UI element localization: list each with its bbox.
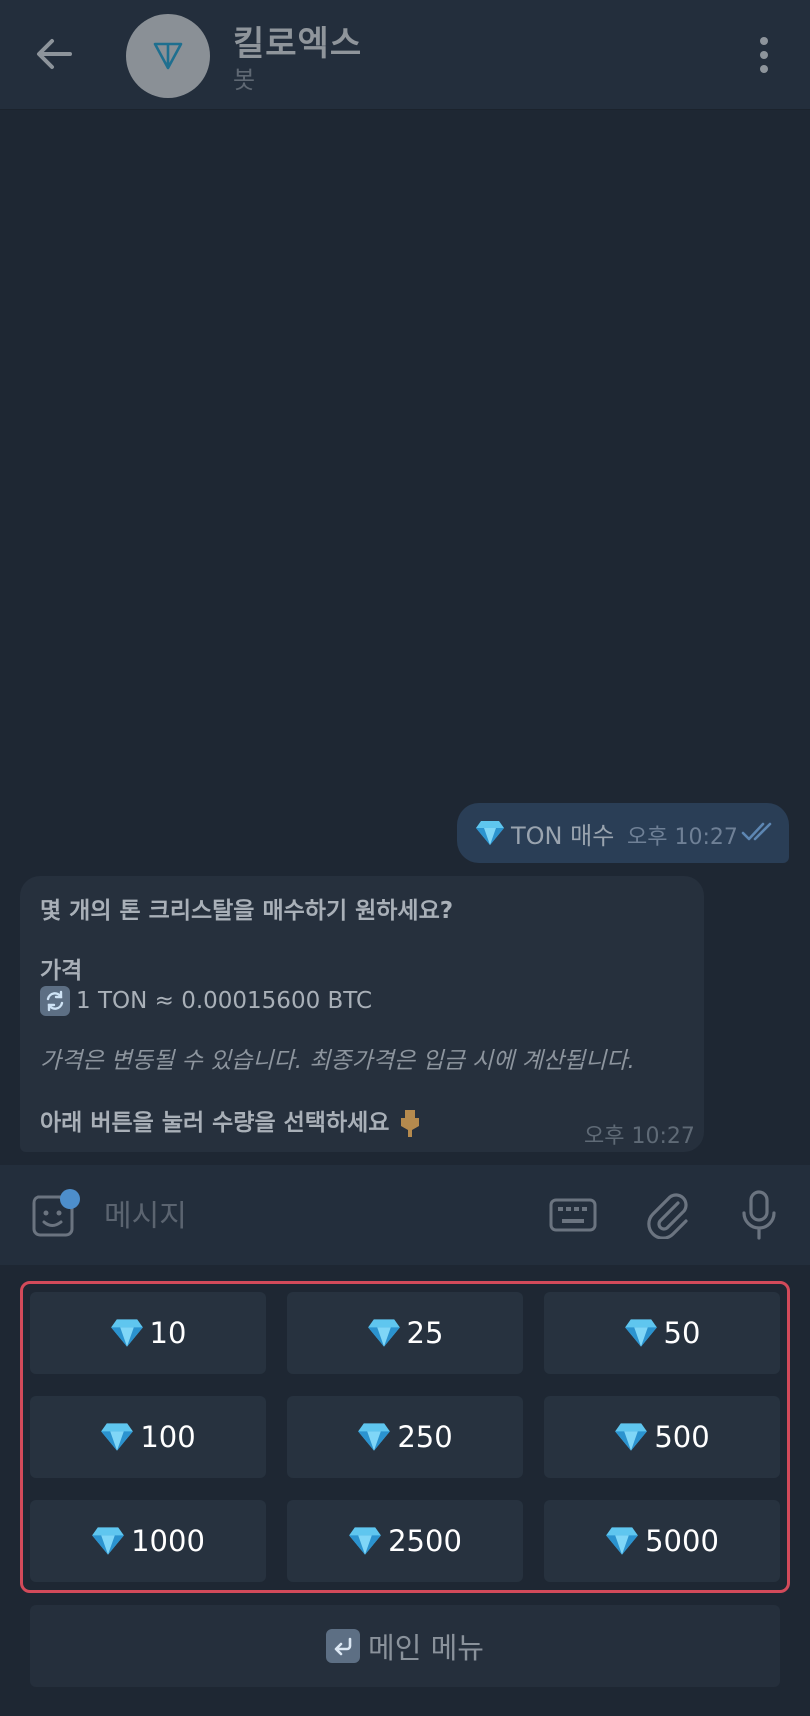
price-line: 1 TON ≈ 0.00015600 BTC [40,986,372,1016]
amount-button-10[interactable]: 10 [30,1292,266,1374]
main-menu-button[interactable]: 메인 메뉴 [30,1605,780,1687]
keyboard-icon[interactable] [548,1195,598,1235]
outgoing-message[interactable]: TON 매수 오후 10:27 [457,803,789,863]
arrow-left-icon [37,39,72,69]
attach-icon[interactable] [644,1189,692,1239]
chat-subtitle: 봇 [233,66,256,94]
gem-icon [101,1423,134,1451]
price-heading: 가격 [40,958,83,984]
bot-keyboard: 10 25 50 100 250 500 1000 2500 5000 메인 메… [0,1265,810,1716]
amount-label: 100 [140,1420,196,1454]
gem-icon [349,1527,381,1555]
more-options-button[interactable] [746,30,782,80]
gem-icon [476,821,504,845]
message-input[interactable] [104,1193,524,1239]
amount-button-25[interactable]: 25 [287,1292,523,1374]
dot-icon [760,65,768,73]
bot-avatar[interactable] [126,14,210,98]
amount-label: 1000 [131,1524,205,1558]
select-prompt-text: 아래 버튼을 눌러 수량을 선택하세요 [40,1110,390,1136]
amount-label: 5000 [645,1524,719,1558]
amount-label: 500 [654,1420,710,1454]
chat-header: 킬로엑스 봇 [0,0,810,110]
dot-icon [760,37,768,45]
amount-button-500[interactable]: 500 [544,1396,780,1478]
exchange-icon [40,986,70,1016]
notification-dot [60,1189,80,1209]
message-time: 오후 10:27 [584,1124,695,1149]
message-question: 몇 개의 톤 크리스탈을 매수하기 원하세요? [40,898,454,924]
amount-label: 25 [406,1316,444,1350]
select-prompt: 아래 버튼을 눌러 수량을 선택하세요 [40,1108,423,1138]
read-checks-icon [741,822,772,841]
gem-icon [358,1423,391,1451]
amount-label: 50 [663,1316,701,1350]
incoming-message[interactable]: 몇 개의 톤 크리스탈을 매수하기 원하세요? 가격 1 TON ≈ 0.000… [20,876,704,1152]
gem-icon [92,1527,124,1555]
amount-button-50[interactable]: 50 [544,1292,780,1374]
gem-icon [624,1319,657,1347]
back-button[interactable] [28,28,80,80]
amount-button-5000[interactable]: 5000 [544,1500,780,1582]
price-text: 1 TON ≈ 0.00015600 BTC [76,988,373,1014]
dot-icon [760,51,768,59]
pointing-down-icon [401,1110,420,1137]
amount-label: 10 [149,1316,187,1350]
gem-icon [606,1527,638,1555]
main-menu-label: 메인 메뉴 [368,1631,484,1665]
gem-icon [110,1319,143,1347]
amount-label: 250 [397,1420,453,1454]
amount-button-250[interactable]: 250 [287,1396,523,1478]
message-time: 오후 10:27 [627,825,738,850]
outgoing-message-text: TON 매수 [475,816,614,851]
price-note: 가격은 변동될 수 있습니다. 최종가격은 입금 시에 계산됩니다. [40,1048,635,1074]
chat-title[interactable]: 킬로엑스 [233,16,362,65]
amount-button-2500[interactable]: 2500 [287,1500,523,1582]
outgoing-text: TON 매수 [511,821,615,850]
gem-icon [615,1423,648,1451]
amount-button-100[interactable]: 100 [30,1396,266,1478]
amount-button-1000[interactable]: 1000 [30,1500,266,1582]
gem-icon [367,1319,400,1347]
message-list[interactable]: TON 매수 오후 10:27 몇 개의 톤 크리스탈을 매수하기 원하세요? … [0,110,810,1165]
microphone-icon[interactable] [740,1189,778,1241]
amount-label: 2500 [388,1524,462,1558]
ton-logo-icon [153,42,183,70]
return-arrow-icon [326,1629,361,1663]
message-composer [0,1165,810,1265]
